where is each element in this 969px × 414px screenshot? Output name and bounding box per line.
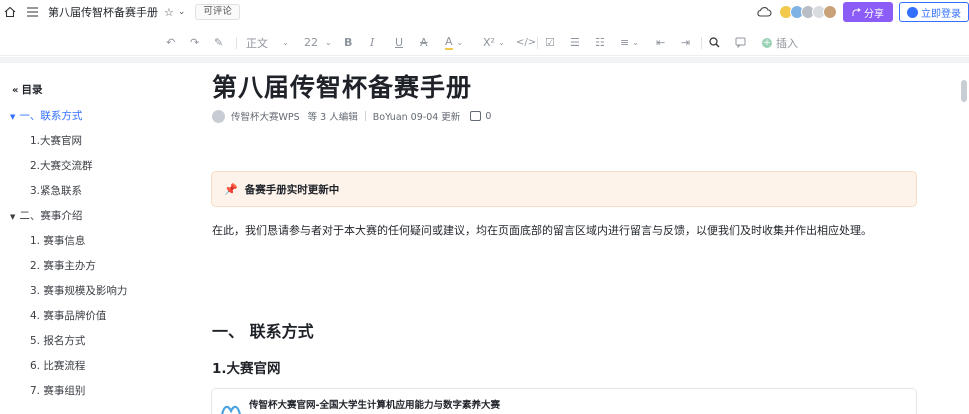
outline-item-process[interactable]: 6. 比赛流程 [30,358,85,373]
login-label: 立即登录 [921,8,961,20]
outline-item-emergency[interactable]: 3.紧急联系 [30,183,82,198]
paragraph-style-select[interactable]: 正文 ⌄ [246,33,289,53]
format-toolbar: ↶ ↷ ✎ 正文 ⌄ 22 ⌄ B I U A A ⌄ X² ⌄ </> ☑ ☰ ☷ ≡… [0,30,969,56]
site-logo-icon [221,405,241,414]
toolbar-separator [0,57,969,63]
search-icon[interactable] [709,33,720,53]
paragraph-style-label: 正文 [246,36,268,50]
collapse-icon[interactable]: « [12,85,18,96]
redo-icon[interactable]: ↷ [190,33,199,53]
chevron-down-icon: ⌄ [325,38,332,47]
outdent-icon[interactable]: ⇤ [656,33,665,53]
chevron-down-icon: ⌄ [282,38,289,47]
doc-name[interactable]: 第八届传智杯备赛手册 [48,4,158,20]
login-button[interactable]: 立即登录 [899,2,969,22]
avatar [823,5,837,19]
callout-text: 备赛手册实时更新中 [244,183,340,196]
checkbox-icon[interactable]: ☑ [545,33,555,53]
link-card[interactable]: 传智杯大赛官网-全国大学生计算机应用能力与数字素养大赛 [211,388,917,414]
outline-item-label: 二、赛事介绍 [19,210,83,222]
strikethrough-icon[interactable]: A [420,33,428,53]
underline-icon[interactable]: U [395,33,403,53]
editors-count[interactable]: 等 3 人编辑 [308,109,358,123]
undo-icon[interactable]: ↶ [166,33,175,53]
chevron-down-icon[interactable]: ⌄ [178,7,186,17]
outline-item-contact[interactable]: ▼ 一、联系方式 [10,108,82,123]
triangle-down-icon[interactable]: ▼ [10,213,15,221]
chevron-down-icon: ⌄ [632,38,639,47]
heading-official-site: 1.大赛官网 [212,361,281,377]
top-bar: 第八届传智杯备赛手册 ☆ ⌄ 可评论 分享 立即登录 [0,0,969,24]
callout-block: 📌 备赛手册实时更新中 [211,171,917,207]
owner-name[interactable]: 传智杯大赛WPS [231,109,300,123]
meta-divider [364,111,366,121]
scrollbar[interactable] [961,80,967,102]
bold-icon[interactable]: B [344,33,352,53]
pin-icon: 📌 [224,182,238,196]
outline-title: 目录 [21,84,43,96]
outline-item-scale[interactable]: 3. 赛事规模及影响力 [30,283,127,298]
text-color-icon[interactable]: A ⌄ [445,33,463,53]
toolbar-divider [701,37,702,49]
insert-label: 插入 [776,36,798,50]
user-icon [907,6,918,18]
outline-item-label: 一、联系方式 [19,110,83,122]
italic-icon[interactable]: I [370,33,374,53]
align-icon[interactable]: ≡ ⌄ [620,33,639,53]
outline-header[interactable]: «目录 [12,82,42,97]
outline-item-organizer[interactable]: 2. 赛事主办方 [30,258,96,273]
chevron-down-icon: ⌄ [456,38,464,47]
insert-button[interactable]: + 插入 [762,33,798,53]
top-right-actions: 分享 立即登录 [755,0,969,24]
avatar [212,109,225,123]
home-icon[interactable] [2,4,18,20]
page-title: 第八届传智杯备赛手册 [212,73,473,102]
doc-meta: 传智杯大赛WPS 等 3 人编辑 BoYuan 09-04 更新 0 [212,109,491,123]
plus-icon: + [762,37,772,48]
comment-count[interactable]: 0 [470,111,491,122]
outline-item-signup[interactable]: 5. 报名方式 [30,333,85,348]
code-icon[interactable]: </> [516,33,536,53]
font-size-select[interactable]: 22 ⌄ [304,33,332,53]
outline-item-info[interactable]: 1. 赛事信息 [30,233,85,248]
comment-count-value: 0 [485,110,492,122]
menu-icon[interactable] [24,4,40,20]
heading-contact: 一、 联系方式 [212,322,314,341]
outline-item-groups[interactable]: 7. 赛事组别 [30,383,85,398]
toolbar-divider [537,37,538,49]
share-button[interactable]: 分享 [843,2,893,22]
superscript-icon[interactable]: X² ⌄ [483,33,505,53]
outline-item-brand[interactable]: 4. 赛事品牌价值 [30,308,106,323]
star-icon[interactable]: ☆ [164,6,174,19]
font-size-label: 22 [304,36,318,49]
intro-paragraph: 在此，我们恳请参与者对于本大赛的任何疑问或建议，均在页面底部的留言区域内进行留言… [212,224,872,237]
outline-item-official-site[interactable]: 1.大赛官网 [30,133,82,148]
comment-add-icon[interactable] [735,33,746,53]
ordered-list-icon[interactable]: ☰ [570,33,580,53]
cloud-icon[interactable] [755,3,773,21]
triangle-down-icon[interactable]: ▼ [10,113,15,121]
permission-badge[interactable]: 可评论 [195,4,240,20]
chevron-down-icon: ⌄ [497,38,505,47]
link-card-title: 传智杯大赛官网-全国大学生计算机应用能力与数字素养大赛 [249,400,500,411]
indent-icon[interactable]: ⇥ [681,33,690,53]
outline-item-group[interactable]: 2.大赛交流群 [30,158,93,173]
collaborator-avatars[interactable] [779,5,837,19]
share-label: 分享 [864,8,884,20]
outline-item-intro[interactable]: ▼ 二、赛事介绍 [10,208,82,223]
toolbar-divider [236,37,237,49]
format-painter-icon[interactable]: ✎ [214,33,223,53]
updated-info: BoYuan 09-04 更新 [372,112,461,123]
share-icon [852,7,861,16]
bullet-list-icon[interactable]: ☷ [595,33,605,53]
comment-icon [470,111,482,121]
